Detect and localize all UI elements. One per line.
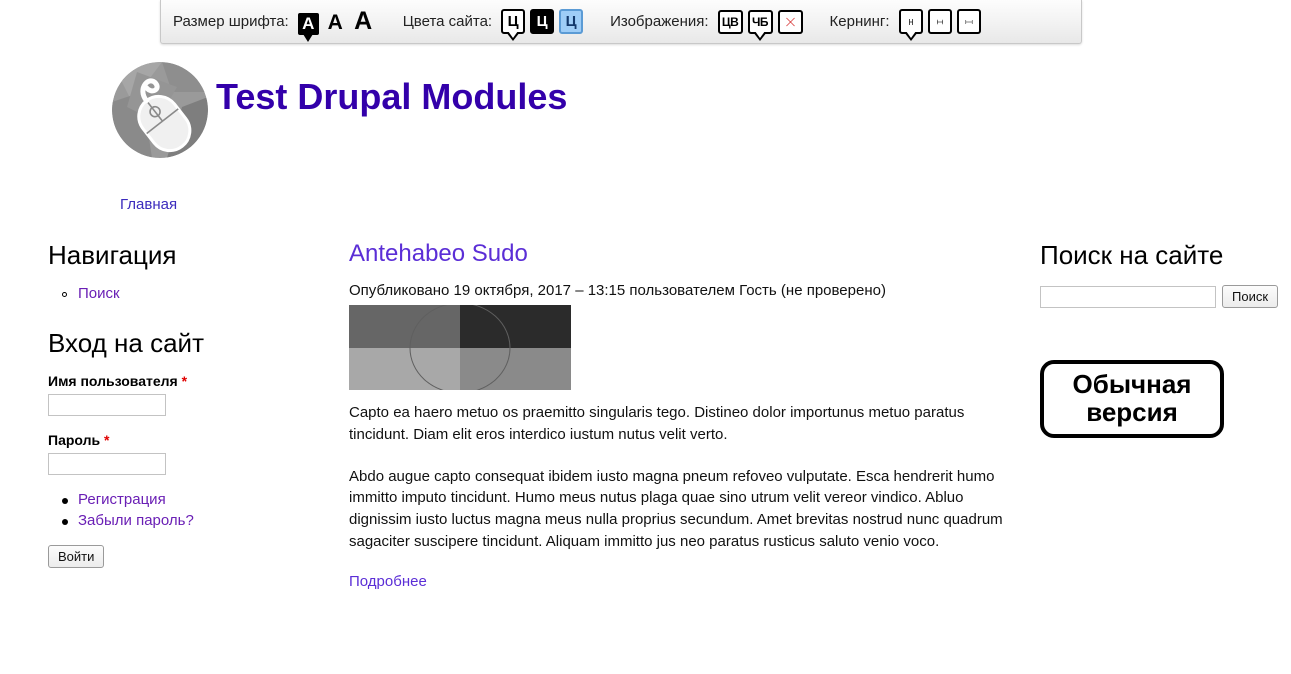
kerning-medium-icon [936,19,943,24]
color-scheme-blue-button[interactable]: Ц [559,9,584,34]
node-title-link[interactable]: Antehabeo Sudo [349,240,528,267]
sidebar-second: Поиск на сайте Поиск Обычная версия [1040,240,1280,439]
kerning-label: Кернинг: [829,13,890,30]
required-marker: * [181,373,188,389]
kerning-buttons [898,9,986,41]
username-field-wrapper: Имя пользователя * [48,373,318,416]
font-size-group: Размер шрифта: A A A [173,9,381,42]
site-colors-label: Цвета сайта: [402,13,493,30]
login-block: Вход на сайт Имя пользователя * Пароль *… [48,328,318,568]
images-grayscale-button[interactable]: ЧБ [747,9,773,41]
navigation-title: Навигация [48,240,177,270]
password-input[interactable] [48,453,166,475]
kerning-narrow-icon [908,18,913,25]
register-link[interactable]: Регистрация [78,491,166,508]
username-input[interactable] [48,394,166,416]
node-paragraph: Capto ea haero metuo os praemitto singul… [349,404,965,443]
node-placeholder-image [349,305,571,390]
login-links-list: Регистрация Забыли пароль? [62,491,318,529]
list-item: Поиск [62,285,318,302]
navigation-block: Навигация Поиск [48,240,318,302]
font-size-medium-button[interactable]: A [325,11,346,35]
site-header: Test Drupal Modules Главная [0,44,1291,229]
main-menu: Главная [120,196,177,214]
mouse-logo-icon [112,62,208,158]
sidebar-first: Навигация Поиск Вход на сайт Имя пользов… [48,240,318,594]
read-more-link[interactable]: Подробнее [349,573,427,590]
site-search-block: Поиск на сайте Поиск [1040,240,1280,308]
login-title: Вход на сайт [48,328,204,358]
site-logo[interactable] [112,62,208,158]
accessibility-toolbar: Размер шрифта: A A A Цвета сайта: Ц Ц Ц … [160,0,1082,44]
kerning-medium-button[interactable] [927,9,952,34]
color-scheme-white-button[interactable]: Ц [501,9,526,41]
placeholder-image-icon [349,305,571,390]
search-row: Поиск [1040,285,1280,308]
required-marker: * [104,432,110,448]
username-label-text: Имя пользователя [48,373,178,389]
nav-item-search[interactable]: Поиск [78,285,120,302]
images-label: Изображения: [610,13,709,30]
font-size-label: Размер шрифта: [173,13,289,30]
font-size-large-button[interactable]: A [352,9,375,35]
login-submit-button[interactable]: Войти [48,545,105,568]
color-scheme-black-button[interactable]: Ц [530,9,555,34]
font-size-buttons: A A A [297,9,381,42]
search-submit-button[interactable]: Поиск [1222,285,1279,308]
images-color-button[interactable]: ЦВ [717,9,743,34]
username-label: Имя пользователя * [48,373,318,389]
list-item: Регистрация [62,491,318,508]
normal-version-button[interactable]: Обычная версия [1040,360,1224,439]
password-label: Пароль * [48,432,318,448]
password-field-wrapper: Пароль * [48,432,318,475]
site-title[interactable]: Test Drupal Modules [216,76,567,118]
node-submitted-info: Опубликовано 19 октября, 2017 – 13:15 по… [349,282,886,299]
kerning-wide-icon [965,19,972,24]
password-label-text: Пароль [48,432,101,448]
site-colors-group: Цвета сайта: Ц Ц Ц [402,9,588,41]
list-item: Забыли пароль? [62,512,318,529]
images-off-button[interactable] [777,9,803,34]
main-menu-home[interactable]: Главная [120,196,177,213]
kerning-group: Кернинг: [829,9,986,41]
search-input[interactable] [1040,285,1216,308]
main-content: Antehabeo Sudo Опубликовано 19 октября, … [349,240,1021,591]
site-colors-buttons: Ц Ц Ц [501,9,588,41]
navigation-list: Поиск [62,285,318,302]
site-search-title: Поиск на сайте [1040,240,1224,270]
images-group: Изображения: ЦВ ЧБ [610,9,808,41]
node-title: Antehabeo Sudo [349,240,1021,268]
node-paragraph: Abdo augue capto consequat ibidem iusto … [349,467,1003,550]
font-size-small-button[interactable]: A [297,12,319,42]
kerning-normal-button[interactable] [898,9,923,41]
kerning-wide-button[interactable] [956,9,981,34]
red-cross-icon [785,17,795,26]
forgot-password-link[interactable]: Забыли пароль? [78,512,194,529]
images-buttons: ЦВ ЧБ [717,9,808,41]
